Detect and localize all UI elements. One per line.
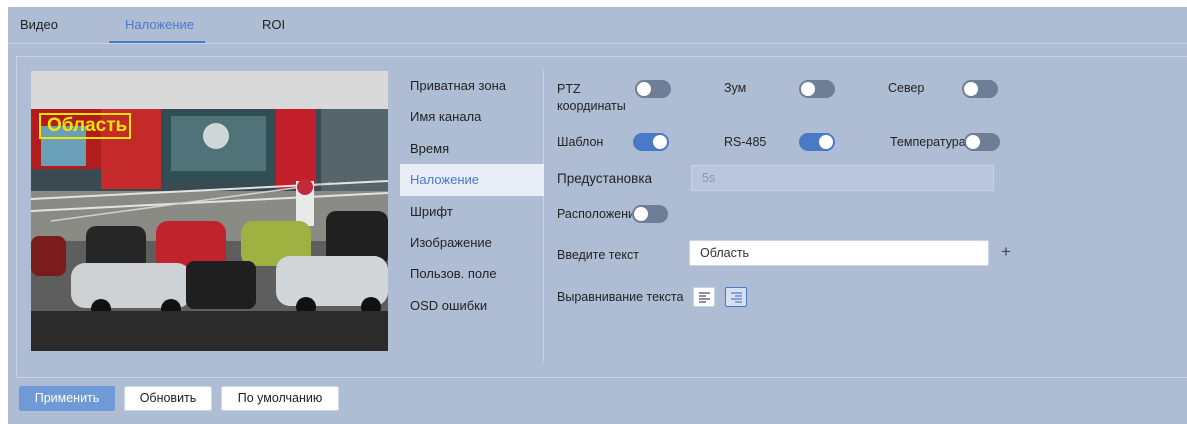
ptz-coords-toggle[interactable] <box>635 80 671 98</box>
toggle-knob <box>964 82 978 96</box>
align-right-button[interactable] <box>725 287 747 307</box>
ptz-coords-label: PTZ координаты <box>557 82 626 113</box>
refresh-button[interactable]: Обновить <box>124 386 212 411</box>
osd-menu-item-image[interactable]: Изображение <box>400 227 544 259</box>
tab-bar: Видео Наложение ROI <box>8 7 1187 44</box>
zoom-label: Зум <box>724 81 747 95</box>
osd-menu-item-overlay[interactable]: Наложение <box>400 164 544 196</box>
preset-select[interactable]: 5s ⌄ <box>691 165 994 191</box>
toggle-knob <box>653 135 667 149</box>
chevron-down-icon: ⌄ <box>971 172 981 184</box>
toggle-knob <box>801 82 815 96</box>
preset-label: Предустановка <box>557 171 653 186</box>
osd-menu-item-time[interactable]: Время <box>400 133 544 165</box>
osd-menu-item-font[interactable]: Шрифт <box>400 196 544 228</box>
temperature-toggle[interactable] <box>964 133 1000 151</box>
preset-select-value: 5s <box>702 171 716 185</box>
north-label: Север <box>888 81 925 95</box>
toggle-knob <box>819 135 833 149</box>
rs485-toggle[interactable] <box>799 133 835 151</box>
active-tab-indicator <box>109 41 205 43</box>
location-label: Расположени <box>557 207 632 221</box>
add-icon[interactable]: + <box>1001 242 1011 262</box>
text-input-label: Введите текст <box>557 248 639 262</box>
align-right-icon <box>731 292 742 303</box>
tab-roi[interactable]: ROI <box>262 17 285 32</box>
temperature-label: Температура <box>890 135 966 149</box>
tab-video[interactable]: Видео <box>20 17 58 32</box>
osd-menu-item-custom-field[interactable]: Пользов. поле <box>400 258 544 290</box>
zoom-toggle[interactable] <box>799 80 835 98</box>
location-toggle[interactable] <box>632 205 668 223</box>
rs485-label: RS-485 <box>724 135 767 149</box>
osd-overlay-text[interactable]: Область <box>39 113 131 139</box>
osd-text-input[interactable]: Область <box>689 240 989 266</box>
osd-menu-item-channel-name[interactable]: Имя канала <box>400 101 544 133</box>
osd-menu: Приватная зона Имя канала Время Наложени… <box>400 70 544 362</box>
align-left-button[interactable] <box>693 287 715 307</box>
north-toggle[interactable] <box>962 80 998 98</box>
apply-button[interactable]: Применить <box>19 386 115 411</box>
tab-overlay[interactable]: Наложение <box>125 17 194 32</box>
template-toggle[interactable] <box>633 133 669 151</box>
text-align-label: Выравнивание текста <box>557 290 684 304</box>
toggle-knob <box>634 207 648 221</box>
template-label: Шаблон <box>557 135 604 149</box>
toggle-knob <box>966 135 980 149</box>
osd-menu-item-privacy[interactable]: Приватная зона <box>400 70 544 102</box>
default-button[interactable]: По умолчанию <box>221 386 339 411</box>
align-left-icon <box>699 292 710 303</box>
osd-menu-item-osd-errors[interactable]: OSD ошибки <box>400 290 544 322</box>
toggle-knob <box>637 82 651 96</box>
video-preview[interactable]: Область <box>31 71 388 351</box>
